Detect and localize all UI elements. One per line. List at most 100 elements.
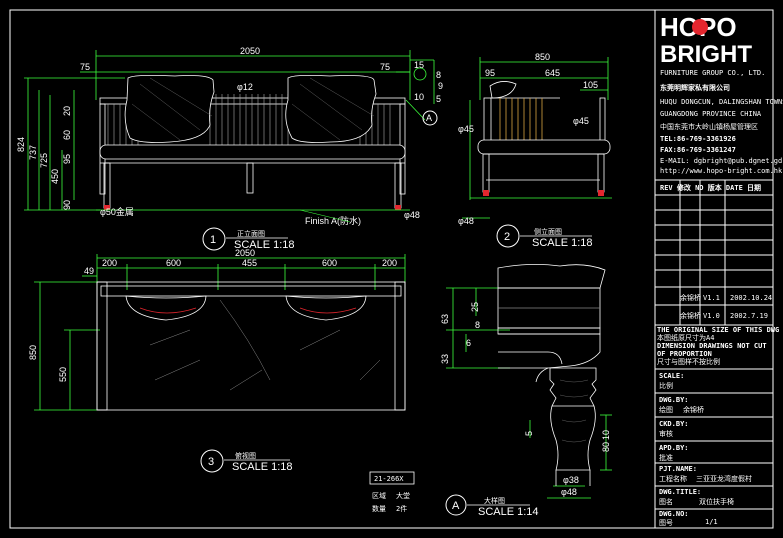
front-view-name: 正立面图 [237, 229, 265, 238]
plan-view-name: 俯视图 [235, 451, 256, 460]
detail-dim-33: 33 [440, 354, 450, 364]
note-5: 尺寸与图样不按比例 [657, 357, 720, 366]
scale-label-cn: 比例 [659, 381, 673, 390]
front-dim-h20: 20 [62, 106, 72, 116]
front-dim-h90: 90 [62, 200, 72, 210]
item-qty-value: 2件 [396, 504, 407, 513]
front-dim-right: 75 [380, 62, 390, 72]
logo-line2: BRIGHT [660, 41, 752, 68]
plan-view-number: 3 [208, 456, 214, 468]
item-info: 21-266X 区域 大堂 数量 2件 [369, 471, 415, 513]
front-dim-h450: 450 [50, 169, 60, 184]
email-address: E-MAIL: dgbright@pub.dgnet.gd.cn [660, 157, 783, 165]
revision-date-1: 2002.10.24 [730, 294, 772, 302]
detail-dim-63: 63 [440, 314, 450, 324]
detail-dim-25: 25 [470, 302, 480, 312]
drawn-by-label-cn: 绘图 [659, 405, 673, 414]
approved-by-label: APD.BY: [659, 444, 689, 452]
tel-number: TEL:86-769-3361926 [660, 135, 736, 143]
revision-name-1: 余锦桥 [680, 293, 701, 302]
front-dim-left: 75 [80, 62, 90, 72]
side-view-name: 侧立面图 [534, 227, 562, 236]
drawing-title-value: 双位扶手椅 [699, 497, 734, 506]
revision-version-1: V1.1 [703, 294, 720, 302]
front-finish-note: Finish A(防水) [305, 215, 361, 226]
front-dim-h737: 737 [28, 145, 38, 160]
item-code: 21-266X [374, 475, 404, 483]
side-dim-850: 850 [535, 52, 550, 62]
front-cushion-right [285, 74, 377, 143]
note-2: 本图纸原尺寸为A4 [657, 333, 714, 342]
detail-dim-6: 6 [466, 338, 471, 348]
note-3: DIMENSION DRAWINGS NOT CUT [657, 342, 767, 350]
drawing-title-label: DWG.TITLE: [659, 488, 701, 496]
side-dim-45-right: φ45 [573, 116, 589, 126]
plan-dim-200-right: 200 [382, 258, 397, 268]
item-qty-label: 数量 [372, 504, 386, 513]
company-logo: HOPO BRIGHT [660, 12, 752, 68]
detail-view-marker: A [452, 500, 460, 512]
plan-dim-850: 850 [28, 345, 38, 360]
fax-number: FAX:86-769-3361247 [660, 146, 736, 154]
project-name-label-cn: 工程名称 [659, 474, 687, 483]
side-dim-48: φ48 [458, 216, 474, 226]
front-leg-dia: φ48 [404, 210, 420, 220]
website-url: http://www.hopo-bright.com.hk [660, 167, 783, 175]
drawing-number-value: 1/1 [705, 518, 718, 526]
revision-date-2: 2002.7.19 [730, 312, 768, 320]
revision-header: REV 修改 NO 版本 DATE 日期 [660, 183, 761, 192]
detail-view-scale: SCALE 1:14 [478, 506, 539, 518]
address-en2: GUANGDONG PROVINCE CHINA [660, 110, 762, 118]
front-dim-h725: 725 [39, 153, 49, 168]
company-group: FURNITURE GROUP CO., LTD. [660, 69, 765, 77]
side-dim-95: 95 [485, 68, 495, 78]
side-view-scale: SCALE 1:18 [532, 237, 593, 249]
checked-by-label: CKD.BY: [659, 420, 689, 428]
side-view-number: 2 [504, 231, 510, 243]
project-name-value: 三亚亚龙湾度假村 [696, 474, 752, 483]
detail-a: 25 8 6 63 33 5 10 80 φ38 φ48 A 大样图 SCALE… [440, 264, 612, 518]
approved-by-label-cn: 批准 [659, 453, 673, 462]
front-dim-h824: 824 [16, 137, 26, 152]
item-area-label: 区域 [372, 491, 386, 500]
front-dim-t8: 8 [436, 70, 441, 80]
front-dim-t9: 9 [438, 81, 443, 91]
detail-dim-5: 5 [524, 431, 534, 436]
plan-dim-49: 49 [84, 266, 94, 276]
front-dim-t10: 10 [414, 92, 424, 102]
detail-dim-80: 80 [601, 442, 611, 452]
scale-label: SCALE: [659, 372, 684, 380]
detail-marker-a-label: A [426, 113, 432, 123]
note-1: THE ORIGINAL SIZE OF THIS DWG IS A4 [657, 326, 783, 334]
front-dim-h60: 60 [62, 130, 72, 140]
detail-dim-10: 10 [601, 430, 611, 440]
front-dim-t5: 5 [436, 94, 441, 104]
plan-dim-200-left: 200 [102, 258, 117, 268]
plan-dim-550: 550 [58, 367, 68, 382]
address-en1: HUQU DONGCUN, DALINGSHAN TOWNSHIP DONGGU… [660, 98, 783, 106]
plan-dim-600-right: 600 [322, 258, 337, 268]
note-4: OF PROPORTION [657, 350, 712, 358]
drawn-by-value: 余锦桥 [683, 405, 704, 414]
plan-dim-width: 2050 [235, 248, 255, 258]
plan-view-scale: SCALE 1:18 [232, 461, 293, 473]
front-dim-d12: φ12 [237, 82, 253, 92]
front-view-number: 1 [210, 234, 216, 246]
drawn-by-label: DWG.BY: [659, 396, 689, 404]
drawing-title-label-cn: 图名 [659, 497, 673, 506]
front-cushion-left [124, 74, 215, 143]
side-dim-45-left: φ45 [458, 124, 474, 134]
project-name-label: PJT.NAME: [659, 465, 697, 473]
revision-version-2: V1.0 [703, 312, 720, 320]
company-name-cn: 东莞明辉家私有限公司 [660, 83, 730, 92]
checked-by-label-cn: 审核 [659, 429, 673, 438]
side-dim-105: 105 [583, 80, 598, 90]
detail-dim-48: φ48 [561, 487, 577, 497]
address-cn: 中国东莞市大岭山镇杨屋管理区 [660, 122, 758, 131]
detail-dim-38: φ38 [563, 475, 579, 485]
item-area-value: 大堂 [396, 491, 410, 500]
revision-name-2: 余锦桥 [680, 311, 701, 320]
detail-dim-8: 8 [475, 320, 480, 330]
plan-dim-455: 455 [242, 258, 257, 268]
side-elevation: 850 645 95 105 φ45 φ45 φ48 2 侧立面图 SCALE … [458, 52, 612, 249]
